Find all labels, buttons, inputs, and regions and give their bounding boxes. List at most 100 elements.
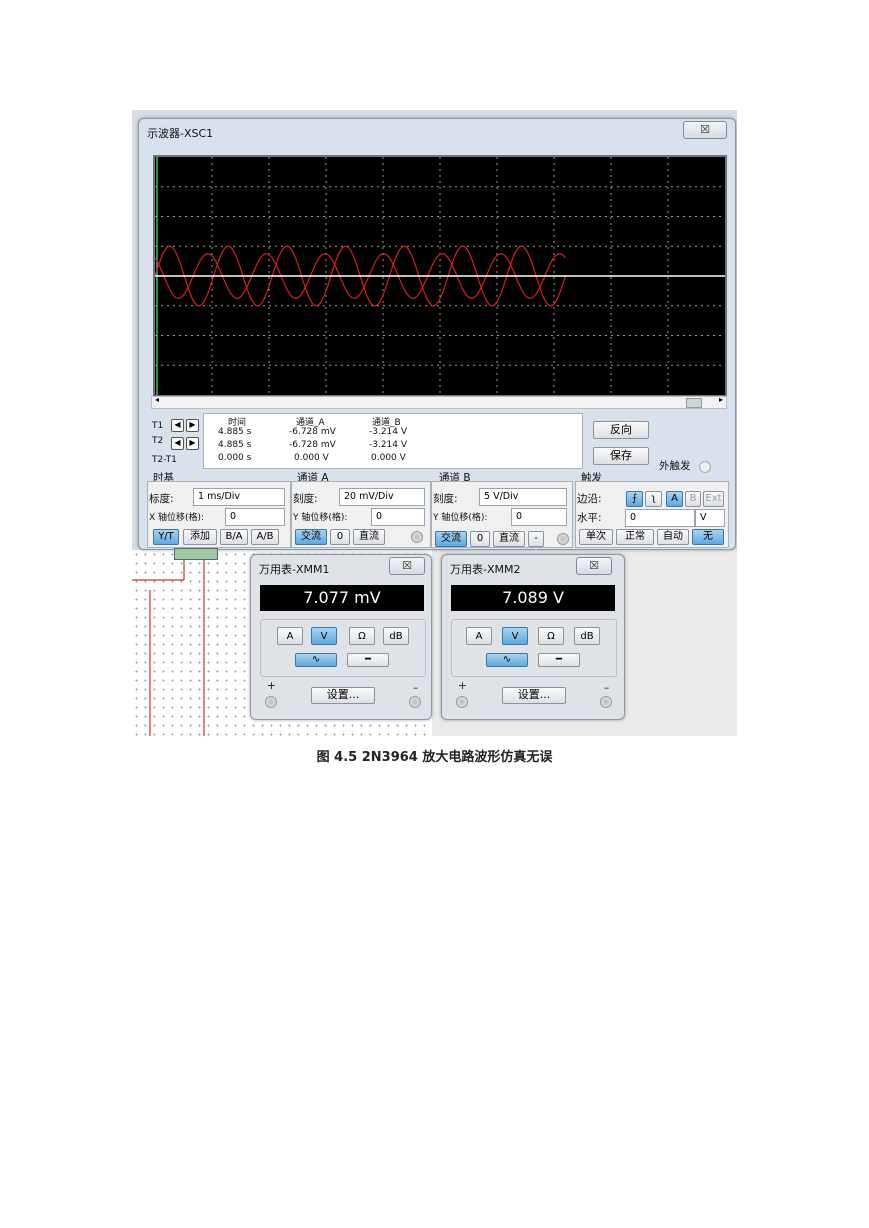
t2-right-arrow-icon[interactable]: ▶ xyxy=(186,437,199,450)
meter1-volt-button[interactable]: V xyxy=(311,627,337,645)
falling-edge-icon[interactable]: ʅ xyxy=(645,491,662,507)
x-position-label: X 轴位移(格): xyxy=(149,513,205,523)
meter2-minus-label: – xyxy=(604,682,610,694)
t1-channel-a: -6.728 mV xyxy=(289,427,336,437)
trigger-source-a-button[interactable]: A xyxy=(666,491,683,507)
t2-time: 4.885 s xyxy=(218,440,252,450)
t2t1-label: T2-T1 xyxy=(152,455,177,465)
reverse-button[interactable]: 反向 xyxy=(593,421,649,439)
trigger-level-label: 水平: xyxy=(577,512,602,524)
meter2-volt-button[interactable]: V xyxy=(502,627,528,645)
meter1-plus-label: + xyxy=(267,680,276,692)
save-button[interactable]: 保存 xyxy=(593,447,649,465)
meter2-minus-terminal-icon[interactable] xyxy=(600,696,612,708)
ab-button[interactable]: A/B xyxy=(251,529,279,545)
screenshot-area: 示波器-XSC1 ☒ ◂ ▸ T1 ◀ ▶ T2 ◀ ▶ T2-T1 时间 通道… xyxy=(132,110,737,736)
meter1-minus-terminal-icon[interactable] xyxy=(409,696,421,708)
meter1-amp-button[interactable]: A xyxy=(277,627,303,645)
t2-left-arrow-icon[interactable]: ◀ xyxy=(171,437,184,450)
channel-b-ac-button[interactable]: 交流 xyxy=(435,531,467,547)
meter1-minus-label: – xyxy=(413,682,419,694)
channel-a-ac-button[interactable]: 交流 xyxy=(295,529,327,545)
channel-b-dc-button[interactable]: 直流 xyxy=(493,531,525,547)
meter2-plus-terminal-icon[interactable] xyxy=(456,696,468,708)
meter1-ohm-button[interactable]: Ω xyxy=(349,627,375,645)
meter1-db-button[interactable]: dB xyxy=(383,627,409,645)
channel-b-zero-button[interactable]: 0 xyxy=(470,531,490,547)
channel-a-zero-button[interactable]: 0 xyxy=(330,529,350,545)
scroll-left-icon[interactable]: ◂ xyxy=(155,395,159,404)
channel-b-terminal-icon[interactable] xyxy=(557,533,569,545)
meter1-close-button[interactable]: ☒ xyxy=(389,557,425,575)
meter1-plus-terminal-icon[interactable] xyxy=(265,696,277,708)
delta-channel-b: 0.000 V xyxy=(371,453,406,463)
oscilloscope-screen xyxy=(153,155,727,397)
meter1-dc-line-icon[interactable]: ━ xyxy=(347,653,389,667)
t2-channel-a: -6.728 mV xyxy=(289,440,336,450)
timebase-scale-label: 标度: xyxy=(149,493,174,505)
t2-label: T2 xyxy=(152,436,164,446)
ext-trigger-terminal-icon[interactable] xyxy=(699,461,711,473)
channel-a-terminal-icon[interactable] xyxy=(411,531,423,543)
channel-b-scale-label: 刻度: xyxy=(433,493,458,505)
meter2-db-button[interactable]: dB xyxy=(574,627,600,645)
horizontal-scrollbar[interactable]: ◂ ▸ xyxy=(151,395,727,409)
scroll-right-icon[interactable]: ▸ xyxy=(719,395,723,404)
trigger-level-field[interactable]: 0 xyxy=(625,509,695,527)
window-title: 示波器-XSC1 xyxy=(147,127,214,140)
auto-button[interactable]: 自动 xyxy=(657,529,689,545)
meter2-ohm-button[interactable]: Ω xyxy=(538,627,564,645)
single-button[interactable]: 单次 xyxy=(579,529,613,545)
channel-b-ypos-label: Y 轴位移(格): xyxy=(433,513,488,523)
multimeter-xmm2-window: 万用表-XMM2 ☒ 7.089 V A V Ω dB ∿ ━ + – 设置..… xyxy=(441,554,625,720)
trigger-source-b-button[interactable]: B xyxy=(685,491,701,507)
x-position-field[interactable]: 0 xyxy=(225,508,285,526)
channel-a-dc-button[interactable]: 直流 xyxy=(353,529,385,545)
multimeter-xmm1-window: 万用表-XMM1 ☒ 7.077 mV A V Ω dB ∿ ━ + – 设置.… xyxy=(250,554,432,720)
normal-button[interactable]: 正常 xyxy=(616,529,654,545)
meter1-ac-wave-icon[interactable]: ∿ xyxy=(295,653,337,667)
channel-a-ypos-field[interactable]: 0 xyxy=(371,508,425,526)
channel-b-minus-button[interactable]: - xyxy=(528,531,544,547)
trigger-level-unit[interactable]: V xyxy=(695,509,725,527)
trigger-edge-label: 边沿: xyxy=(577,493,602,505)
timebase-scale-field[interactable]: 1 ms/Div xyxy=(193,488,285,506)
rising-edge-icon[interactable]: ⨍ xyxy=(626,491,643,507)
channel-a-scale-label: 刻度: xyxy=(293,493,318,505)
meter2-title: 万用表-XMM2 xyxy=(450,563,521,576)
meter1-reading: 7.077 mV xyxy=(260,585,424,611)
meter2-plus-label: + xyxy=(458,680,467,692)
delta-channel-a: 0.000 V xyxy=(294,453,329,463)
close-button[interactable]: ☒ xyxy=(683,121,727,139)
channel-b-scale-field[interactable]: 5 V/Div xyxy=(479,488,567,506)
t1-channel-b: -3.214 V xyxy=(369,427,408,437)
meter2-reading: 7.089 V xyxy=(451,585,615,611)
meter2-settings-button[interactable]: 设置... xyxy=(502,687,566,704)
scroll-thumb[interactable] xyxy=(686,398,702,408)
waveform-plot xyxy=(154,157,725,395)
ba-button[interactable]: B/A xyxy=(220,529,248,545)
t1-left-arrow-icon[interactable]: ◀ xyxy=(171,419,184,432)
meter2-ac-wave-icon[interactable]: ∿ xyxy=(486,653,528,667)
meter2-close-button[interactable]: ☒ xyxy=(576,557,612,575)
trigger-source-ext-button[interactable]: Ext xyxy=(703,491,724,507)
oscilloscope-window: 示波器-XSC1 ☒ ◂ ▸ T1 ◀ ▶ T2 ◀ ▶ T2-T1 时间 通道… xyxy=(138,118,736,550)
meter2-dc-line-icon[interactable]: ━ xyxy=(538,653,580,667)
add-button[interactable]: 添加 xyxy=(183,529,217,545)
channel-a-ypos-label: Y 轴位移(格): xyxy=(293,513,348,523)
ext-trigger-label: 外触发 xyxy=(659,460,691,472)
meter2-amp-button[interactable]: A xyxy=(466,627,492,645)
meter1-settings-button[interactable]: 设置... xyxy=(311,687,375,704)
channel-b-ypos-field[interactable]: 0 xyxy=(511,508,567,526)
figure-caption: 图 4.5 2N3964 放大电路波形仿真无误 xyxy=(316,750,553,765)
t1-right-arrow-icon[interactable]: ▶ xyxy=(186,419,199,432)
none-button[interactable]: 无 xyxy=(692,529,724,545)
cursor-readout-table: 时间 通道_A 通道_B 4.885 s -6.728 mV -3.214 V … xyxy=(203,413,583,469)
yt-button[interactable]: Y/T xyxy=(153,529,179,545)
channel-a-scale-field[interactable]: 20 mV/Div xyxy=(339,488,425,506)
t1-label: T1 xyxy=(152,421,164,431)
scope-terminals xyxy=(174,548,218,560)
t1-time: 4.885 s xyxy=(218,427,252,437)
t2-channel-b: -3.214 V xyxy=(369,440,408,450)
meter1-title: 万用表-XMM1 xyxy=(259,563,330,576)
